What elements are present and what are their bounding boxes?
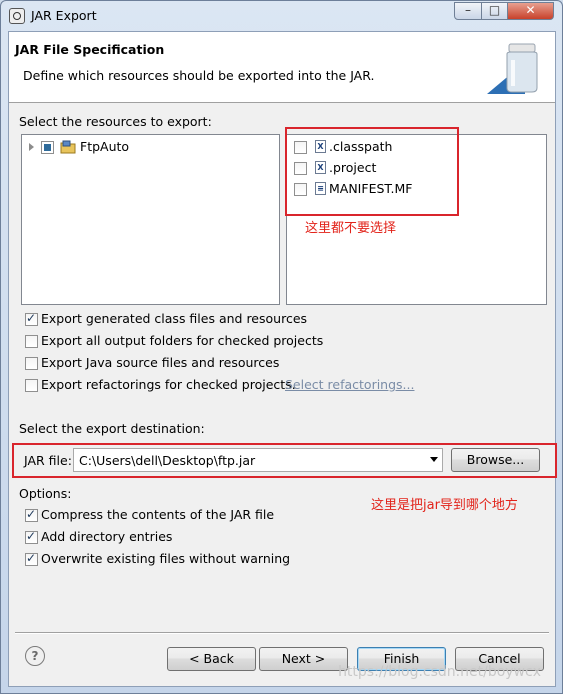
resources-label: Select the resources to export: (19, 114, 212, 129)
add-directory-checkbox[interactable] (25, 529, 38, 544)
project-checkbox[interactable] (41, 141, 54, 154)
option-label: Export generated class files and resourc… (41, 311, 308, 326)
option-label: Add directory entries (41, 529, 173, 544)
option-label: Export Java source files and resources (41, 355, 280, 370)
close-button[interactable]: ✕ (507, 2, 554, 20)
back-button[interactable]: < Back (167, 647, 256, 671)
wizard-banner: JAR File Specification Define which reso… (9, 32, 555, 103)
project-tree[interactable]: FtpAuto (21, 134, 280, 305)
annotation-note-files: 这里都不要选择 (305, 221, 397, 236)
option-label: Export all output folders for checked pr… (41, 333, 324, 348)
help-icon[interactable]: ? (25, 646, 45, 666)
jar-wizard-icon (487, 43, 538, 94)
option-label: Export refactorings for checked projects… (41, 377, 296, 392)
banner-title: JAR File Specification (15, 42, 165, 57)
project-label: FtpAuto (80, 139, 130, 154)
export-output-folders-checkbox[interactable] (25, 335, 38, 348)
maximize-button[interactable]: □ (481, 2, 508, 20)
title-bar[interactable]: JAR Export – □ ✕ (1, 1, 562, 31)
watermark-text: https://blog.csdn.net/boywcx (338, 664, 541, 680)
footer-separator (15, 632, 549, 634)
export-class-files-checkbox[interactable] (25, 311, 38, 326)
compress-checkbox[interactable] (25, 507, 38, 522)
annotation-box-files (285, 127, 459, 216)
export-refactorings-checkbox[interactable] (25, 379, 38, 392)
jar-export-window: JAR Export – □ ✕ JAR File Specification … (0, 0, 563, 694)
next-button[interactable]: Next > (259, 647, 348, 671)
option-label: Overwrite existing files without warning (41, 551, 291, 566)
overwrite-checkbox[interactable] (25, 551, 38, 566)
options-label: Options: (19, 486, 72, 501)
annotation-note-destination: 这里是把jar导到哪个地方 (371, 498, 518, 513)
window-title: JAR Export (31, 8, 97, 23)
banner-description: Define which resources should be exporte… (23, 68, 375, 83)
option-label: Compress the contents of the JAR file (41, 507, 275, 522)
export-java-source-checkbox[interactable] (25, 357, 38, 370)
expand-arrow-icon[interactable] (29, 143, 34, 151)
minimize-button[interactable]: – (454, 2, 482, 20)
java-project-icon (60, 140, 76, 154)
select-refactorings-link[interactable]: Select refactorings... (285, 377, 414, 392)
destination-label: Select the export destination: (19, 421, 205, 436)
eclipse-app-icon (9, 8, 25, 24)
annotation-box-destination (12, 443, 557, 478)
dialog-client-area: JAR File Specification Define which reso… (8, 31, 557, 687)
